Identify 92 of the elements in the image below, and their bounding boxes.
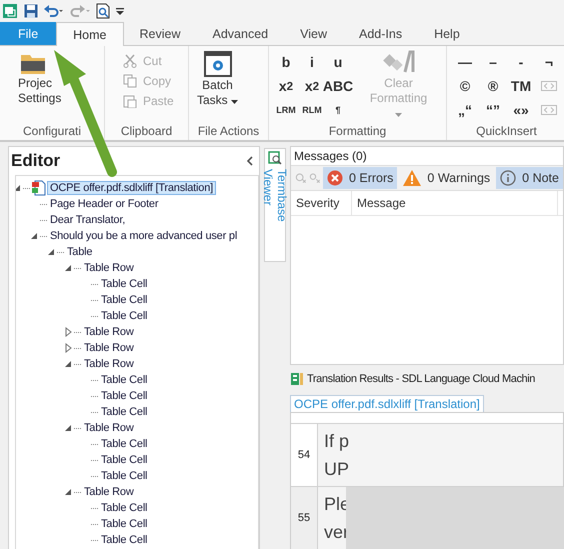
undo-icon[interactable] bbox=[44, 4, 64, 18]
symbol-button[interactable]: © bbox=[451, 74, 479, 98]
ribbon-tab[interactable]: Review bbox=[124, 22, 196, 45]
column-header[interactable]: Severity bbox=[291, 191, 352, 215]
group-label: File Actions bbox=[196, 124, 260, 140]
scissors-icon bbox=[123, 54, 137, 68]
clipboard-icon bbox=[123, 94, 137, 108]
expander-icon[interactable] bbox=[63, 359, 73, 369]
tree-item[interactable]: Table Cell bbox=[99, 278, 150, 290]
symbol-button[interactable]: TM bbox=[507, 74, 535, 98]
ribbon-tab[interactable]: Advanced bbox=[196, 22, 284, 45]
termbase-icon bbox=[268, 151, 282, 165]
warning-icon bbox=[403, 170, 422, 186]
tree-item[interactable]: Table Cell bbox=[99, 534, 150, 546]
tree-item[interactable]: Table Cell bbox=[99, 518, 150, 530]
symbol-button[interactable]: - bbox=[507, 50, 535, 74]
tree-item[interactable]: Table Cell bbox=[99, 390, 150, 402]
expander-icon[interactable] bbox=[63, 343, 73, 353]
group-label: QuickInsert bbox=[475, 124, 538, 140]
panel-title: Editor bbox=[11, 151, 60, 171]
symbol-button[interactable]: — bbox=[451, 50, 479, 74]
tree-item[interactable]: Table Cell bbox=[99, 310, 150, 322]
tree-item[interactable]: Table Cell bbox=[99, 294, 150, 306]
format-button[interactable]: i bbox=[299, 50, 325, 74]
panel-title: Translation Results - SDL Language Cloud Machin bbox=[307, 372, 536, 385]
customize-icon[interactable] bbox=[116, 7, 124, 15]
side-tab[interactable]: Termbase Viewer bbox=[264, 148, 286, 262]
format-button[interactable]: u bbox=[325, 50, 351, 74]
tree-item[interactable]: Table Cell bbox=[99, 374, 150, 386]
group-label: Clipboard bbox=[120, 124, 174, 140]
symbol-button[interactable]: “” bbox=[479, 98, 507, 122]
group-label: Formatting bbox=[328, 124, 388, 140]
symbol-button[interactable]: ¬ bbox=[535, 50, 563, 74]
tree-item[interactable]: Table Cell bbox=[99, 502, 150, 514]
filter-toggle[interactable]: 0 Note bbox=[496, 167, 563, 189]
tree-item[interactable]: Table Row bbox=[82, 342, 136, 354]
ribbon-tab[interactable]: Add-Ins bbox=[342, 22, 418, 45]
tree-item[interactable]: Table Cell bbox=[99, 438, 150, 450]
file-icon bbox=[31, 180, 47, 196]
panel-title: Messages (0) bbox=[294, 149, 367, 163]
format-button[interactable]: RLM bbox=[299, 98, 325, 122]
expander-icon[interactable] bbox=[63, 327, 73, 337]
app-icon[interactable] bbox=[2, 3, 18, 19]
segment-text: ver bbox=[324, 521, 350, 544]
format-button[interactable]: ¶ bbox=[325, 98, 351, 122]
batch-tasks-button[interactable]: Batch Tasks bbox=[193, 48, 242, 110]
segment-text: UP bbox=[324, 458, 350, 481]
segment-number: 55 bbox=[291, 487, 318, 549]
side-tab-label: Termbase Viewer bbox=[261, 168, 289, 224]
ribbon-tab[interactable]: View bbox=[284, 22, 343, 45]
tree-item[interactable]: Table bbox=[65, 246, 94, 258]
gear-icon bbox=[202, 50, 233, 78]
tree-item[interactable]: Table Cell bbox=[99, 454, 150, 466]
tree-item[interactable]: Table Cell bbox=[99, 406, 150, 418]
tree-item[interactable]: Table Row bbox=[82, 358, 136, 370]
format-button[interactable]: LRM bbox=[273, 98, 299, 122]
expander-icon[interactable] bbox=[63, 487, 73, 497]
symbol-button[interactable]: «» bbox=[507, 98, 535, 122]
symbol-button[interactable]: ® bbox=[479, 74, 507, 98]
tree-item[interactable]: Table Row bbox=[82, 326, 136, 338]
save-icon[interactable] bbox=[24, 4, 38, 18]
ribbon-tab[interactable]: File bbox=[0, 22, 56, 45]
results-icon bbox=[290, 372, 304, 386]
print-preview-icon[interactable] bbox=[96, 3, 110, 19]
format-button[interactable]: ABC bbox=[325, 74, 351, 98]
column-header[interactable]: Message bbox=[352, 191, 558, 215]
symbol-button[interactable]: „“ bbox=[451, 98, 479, 122]
copy-icon bbox=[123, 74, 137, 88]
filter-toggle[interactable]: 0 Errors bbox=[322, 167, 398, 189]
error-icon bbox=[326, 170, 343, 186]
info-icon bbox=[500, 170, 516, 186]
ribbon-tab[interactable]: Help bbox=[418, 22, 476, 45]
group-label: Configurati bbox=[22, 124, 82, 140]
expander-icon[interactable] bbox=[29, 231, 39, 241]
symbol-button[interactable]: – bbox=[479, 50, 507, 74]
tree-item[interactable]: Table Row bbox=[82, 422, 136, 434]
expander-icon[interactable] bbox=[63, 263, 73, 273]
tree-item[interactable]: Table Row bbox=[82, 262, 136, 274]
expander-icon[interactable] bbox=[46, 247, 56, 257]
tree-item[interactable]: Table Cell bbox=[99, 470, 150, 482]
segment-text: If p bbox=[324, 430, 350, 453]
tree-item[interactable]: Dear Translator, bbox=[48, 214, 128, 226]
tree-item[interactable]: Table Row bbox=[82, 486, 136, 498]
tree-item[interactable]: OCPE offer.pdf.sdlxliff [Translation] bbox=[47, 181, 216, 195]
expander-icon[interactable] bbox=[63, 423, 73, 433]
format-button[interactable]: b bbox=[273, 50, 299, 74]
collapse-icon[interactable] bbox=[246, 156, 253, 166]
filter-toggle[interactable]: 0 Warnings bbox=[399, 167, 494, 189]
document-tab[interactable]: OCPE offer.pdf.sdlxliff [Translation] bbox=[290, 395, 484, 412]
tree-item[interactable]: Page Header or Footer bbox=[48, 198, 160, 210]
ribbon-tab[interactable]: Home bbox=[56, 22, 124, 46]
tree-item[interactable]: Should you be a more advanced user pl bbox=[48, 230, 240, 242]
